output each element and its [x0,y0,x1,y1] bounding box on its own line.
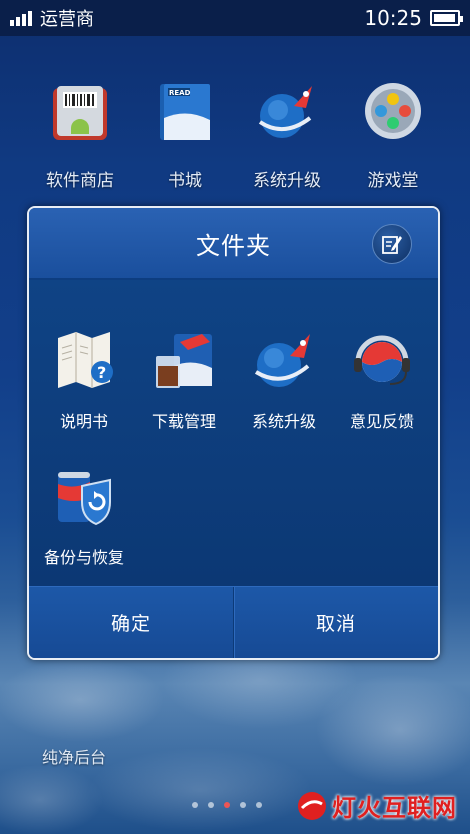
page-dot [192,802,198,808]
status-bar: 运营商 10:25 [0,0,470,36]
folder-app-system-upgrade[interactable]: 系统升级 [234,328,334,432]
svg-text:?: ? [97,363,106,382]
confirm-button[interactable]: 确定 [29,587,233,658]
backup-restore-icon [52,464,116,528]
desktop-app-system-upgrade[interactable]: 系统升级 [232,78,342,191]
manual-map-icon: ? [52,328,116,392]
edit-button[interactable] [372,224,412,264]
folder-app-label: 说明书 [59,412,108,431]
cancel-button[interactable]: 取消 [234,587,438,658]
desktop-app-store[interactable]: 软件商店 [25,78,135,191]
headset-feedback-icon [350,328,414,392]
page-dot [256,802,262,808]
desktop-app-label: 书城 [168,171,202,191]
folder-app-grid: ? 说明书 下载管理 系统升级 意见反馈 备份与恢复 [29,280,438,586]
clean-background-label[interactable]: 纯净后台 [42,744,106,768]
gamepad-icon [360,78,426,144]
folder-app-label: 备份与恢复 [43,548,124,567]
watermark: 灯火互联网 [296,788,457,823]
svg-text:READ: READ [169,89,191,97]
watermark-logo-icon [298,791,326,820]
desktop-app-label: 游戏堂 [367,171,419,191]
signal-icon [10,10,32,26]
folder-app-download-manager[interactable]: 下载管理 [134,328,234,432]
folder-app-label: 意见反馈 [349,412,414,431]
page-indicator [192,802,262,808]
watermark-text: 灯火互联网 [332,794,457,822]
edit-icon [382,236,402,254]
folder-dialog: 文件夹 ? 说明书 下载管理 系统升级 意见反馈 备份与恢复 确定 取消 [27,206,440,660]
page-dot [208,802,214,808]
folder-app-manual[interactable]: ? 说明书 [34,328,134,432]
carrier-label: 运营商 [40,9,94,30]
desktop-app-game-hall[interactable]: 游戏堂 [338,78,448,191]
app-store-icon [47,78,113,144]
clock: 10:25 [364,6,422,30]
page-dot-active [224,802,230,808]
page-dot [240,802,246,808]
dialog-footer: 确定 取消 [29,586,438,658]
battery-icon [430,10,463,26]
desktop-app-book-city[interactable]: READ 书城 [130,78,240,191]
folder-app-label: 下载管理 [151,412,216,431]
desktop-app-label: 软件商店 [46,171,114,191]
rocket-globe-icon [252,328,316,392]
folder-app-backup-restore[interactable]: 备份与恢复 [34,464,134,568]
dialog-header: 文件夹 [29,208,438,280]
rocket-globe-icon [254,78,320,144]
dialog-title: 文件夹 [196,231,271,260]
book-city-icon: READ [152,78,218,144]
download-drink-icon [152,328,216,392]
desktop-app-label: 系统升级 [253,171,321,191]
folder-app-feedback[interactable]: 意见反馈 [332,328,432,432]
folder-app-label: 系统升级 [251,412,316,431]
